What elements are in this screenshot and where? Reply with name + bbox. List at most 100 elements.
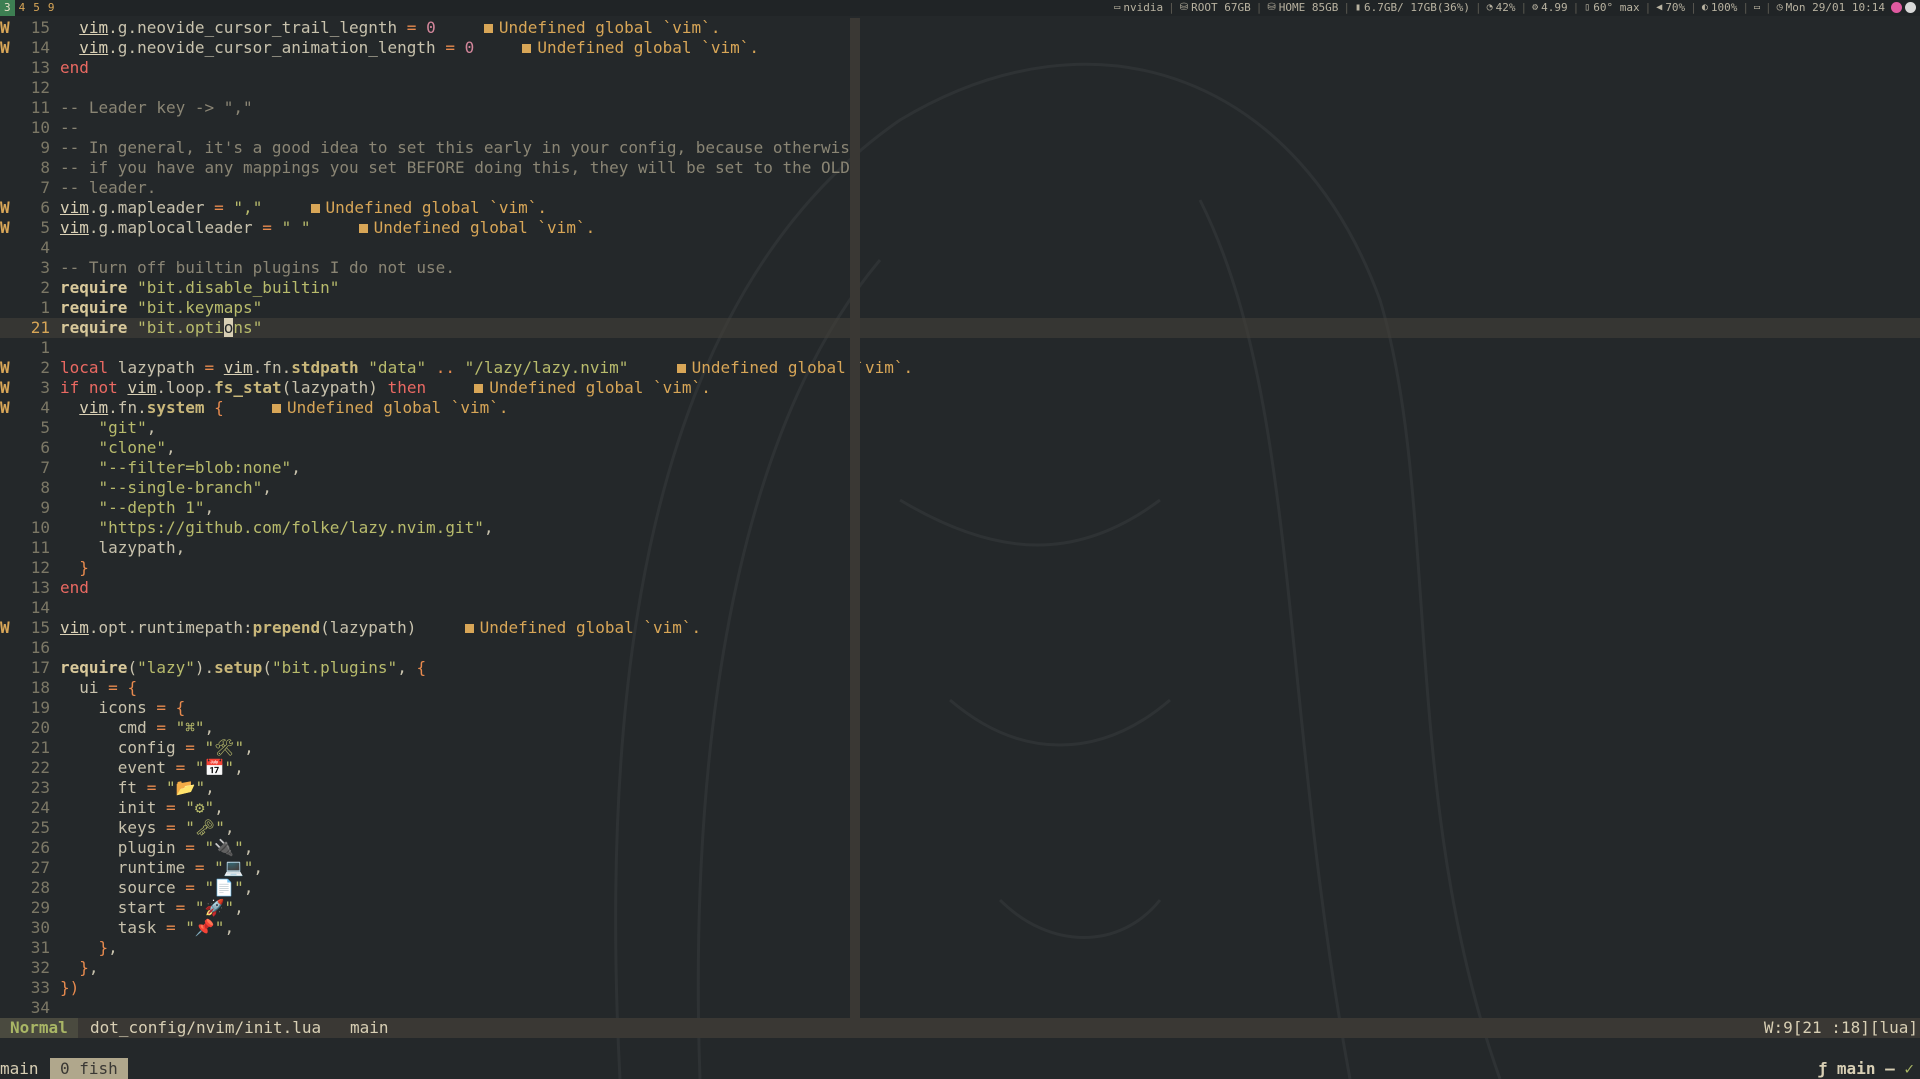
workspace-button[interactable]: 5 bbox=[29, 0, 44, 16]
code-line[interactable]: 25 keys = "🗝", bbox=[0, 818, 850, 838]
code-line[interactable]: 21 config = "🛠", bbox=[0, 738, 850, 758]
code-line[interactable]: 2 require "bit.disable_builtin" bbox=[0, 278, 850, 298]
token: , bbox=[234, 898, 244, 917]
code-line[interactable]: 4 bbox=[0, 238, 850, 258]
code-line[interactable]: 30 task = "📌", bbox=[0, 918, 850, 938]
code-line[interactable]: 11 lazypath, bbox=[0, 538, 850, 558]
token: "🗝" bbox=[185, 818, 225, 837]
current-line[interactable]: 21 require "bit.options" bbox=[0, 318, 1920, 338]
code-line[interactable]: 14 bbox=[0, 598, 850, 618]
token: "bit.opti bbox=[137, 318, 224, 337]
tmux-window-tab[interactable]: 0 fish bbox=[50, 1058, 128, 1079]
workspace-button[interactable]: 9 bbox=[44, 0, 59, 16]
code-line[interactable]: 1 bbox=[0, 338, 850, 358]
code-line[interactable]: W 15 vim.g.neovide_cursor_trail_legnth = … bbox=[0, 18, 850, 38]
tray-app-icon[interactable] bbox=[1905, 2, 1916, 13]
code-line[interactable]: 29 start = "🚀", bbox=[0, 898, 850, 918]
code-line[interactable]: 10 "https://github.com/folke/lazy.nvim.g… bbox=[0, 518, 850, 538]
window-split-divider[interactable] bbox=[850, 18, 860, 1018]
code-line[interactable]: W 14 vim.g.neovide_cursor_animation_lengt… bbox=[0, 38, 850, 58]
code-line[interactable]: W 2 local lazypath = vim.fn.stdpath "data"… bbox=[0, 358, 913, 378]
code-line[interactable]: W 6 vim.g.mapleader = "," Undefined global… bbox=[0, 198, 850, 218]
code-line[interactable]: 16 bbox=[0, 638, 850, 658]
cursor-position-info: W:9[21 :18][lua] bbox=[1763, 1018, 1918, 1037]
code-line[interactable]: 19 icons = { bbox=[0, 698, 850, 718]
status-text: ROOT 67GB bbox=[1191, 1, 1251, 14]
code-line[interactable]: 13 end bbox=[0, 58, 850, 78]
token: , bbox=[108, 938, 118, 957]
diagnostic-virtual-text: Undefined global `vim`. bbox=[310, 198, 547, 217]
code-line[interactable]: 20 cmd = "⌘", bbox=[0, 718, 850, 738]
code-line[interactable]: 5 "git", bbox=[0, 418, 850, 438]
code-line[interactable]: 9 "--depth 1", bbox=[0, 498, 850, 518]
code-line[interactable]: 7 -- leader. bbox=[0, 178, 850, 198]
code-line[interactable]: 8 -- if you have any mappings you set BEF… bbox=[0, 158, 850, 178]
token: , bbox=[224, 918, 235, 937]
token: = bbox=[185, 838, 195, 857]
code-line[interactable]: 9 -- In general, it's a good idea to set … bbox=[0, 138, 859, 158]
code-line[interactable]: 32 }, bbox=[0, 958, 850, 978]
line-number: 8 bbox=[40, 158, 50, 177]
token: } bbox=[79, 958, 89, 977]
token: .g.neovide_cursor_animation_length bbox=[108, 38, 446, 57]
code-text: vim.opt.runtimepath:prepend(lazypath) Un… bbox=[60, 618, 701, 638]
code-line[interactable]: 24 init = "⚙", bbox=[0, 798, 850, 818]
code-text: runtime = "💻", bbox=[60, 858, 263, 878]
diagnostic-message: Undefined global `vim`. bbox=[537, 38, 759, 57]
code-line[interactable]: 17 require("lazy").setup("bit.plugins", { bbox=[0, 658, 850, 678]
code-line[interactable]: 22 event = "📅", bbox=[0, 758, 850, 778]
code-line[interactable]: 34 bbox=[0, 998, 850, 1018]
token: "📅" bbox=[194, 758, 235, 777]
warning-square-icon bbox=[483, 24, 493, 33]
mode-indicator: Normal bbox=[0, 1018, 78, 1038]
code-line[interactable]: 18 ui = { bbox=[0, 678, 850, 698]
code-line[interactable]: W4 vim.fn.system { Undefined global `vim… bbox=[0, 398, 850, 418]
code-line[interactable]: 23 ft = "📂", bbox=[0, 778, 850, 798]
code-text: vim.g.mapleader = "," Undefined global `… bbox=[60, 198, 547, 218]
code-text: if not vim.loop.fs_stat(lazypath) then U… bbox=[60, 378, 711, 398]
line-number: 14 bbox=[30, 38, 50, 57]
warning-square-icon bbox=[522, 44, 532, 53]
editor-buffer[interactable]: W 15 vim.g.neovide_cursor_trail_legnth = … bbox=[0, 18, 1920, 1018]
workspace-button[interactable]: 4 bbox=[15, 0, 30, 16]
token: fs_stat bbox=[214, 378, 282, 397]
code-line[interactable]: 12 bbox=[0, 78, 850, 98]
status-text: Mon 29/01 10:14 bbox=[1785, 1, 1885, 14]
code-text: local lazypath = vim.fn.stdpath "data" .… bbox=[60, 358, 913, 378]
code-line[interactable]: 10 -- bbox=[0, 118, 850, 138]
code-line[interactable]: W 15 vim.opt.runtimepath:prepend(lazypath)… bbox=[0, 618, 850, 638]
code-line[interactable]: 12 } bbox=[0, 558, 850, 578]
token: vim bbox=[79, 38, 109, 57]
token: = bbox=[175, 758, 186, 777]
code-line[interactable]: 31 }, bbox=[0, 938, 850, 958]
tray-app-icon[interactable] bbox=[1891, 2, 1902, 13]
status-text: 70% bbox=[1665, 1, 1686, 14]
status-item: ◐ 100% bbox=[1697, 0, 1743, 16]
code-line[interactable]: 11 -- Leader key -> "," bbox=[0, 98, 850, 118]
code-line[interactable]: 1 require "bit.keymaps" bbox=[0, 298, 850, 318]
code-line[interactable]: 13 end bbox=[0, 578, 850, 598]
diagnostic-message: Undefined global `vim`. bbox=[373, 218, 596, 237]
code-line[interactable]: 3 -- Turn off builtin plugins I do not us… bbox=[0, 258, 850, 278]
code-line[interactable]: 6 "clone", bbox=[0, 438, 850, 458]
code-line[interactable]: 33}) bbox=[0, 978, 850, 998]
code-text: -- Turn off builtin plugins I do not use… bbox=[60, 258, 455, 278]
code-line[interactable]: 7 "--filter=blob:none", bbox=[0, 458, 850, 478]
code-line[interactable]: W 5 vim.g.maplocalleader = " " Undefined g… bbox=[0, 218, 850, 238]
token: ). bbox=[194, 658, 215, 677]
workspace-button[interactable]: 3 bbox=[0, 0, 15, 16]
code-line[interactable]: W 3 if not vim.loop.fs_stat(lazypath) then… bbox=[0, 378, 850, 398]
code-line[interactable]: 27 runtime = "💻", bbox=[0, 858, 850, 878]
code-text: -- bbox=[60, 118, 79, 138]
code-line[interactable]: 8 "--single-branch", bbox=[0, 478, 850, 498]
check-icon: ✓ bbox=[1904, 1059, 1914, 1078]
code-line[interactable]: 28 source = "📄", bbox=[0, 878, 850, 898]
token: , bbox=[243, 838, 254, 857]
code-line[interactable]: 26 plugin = "🔌", bbox=[0, 838, 850, 858]
code-text: -- if you have any mappings you set BEFO… bbox=[60, 158, 850, 178]
